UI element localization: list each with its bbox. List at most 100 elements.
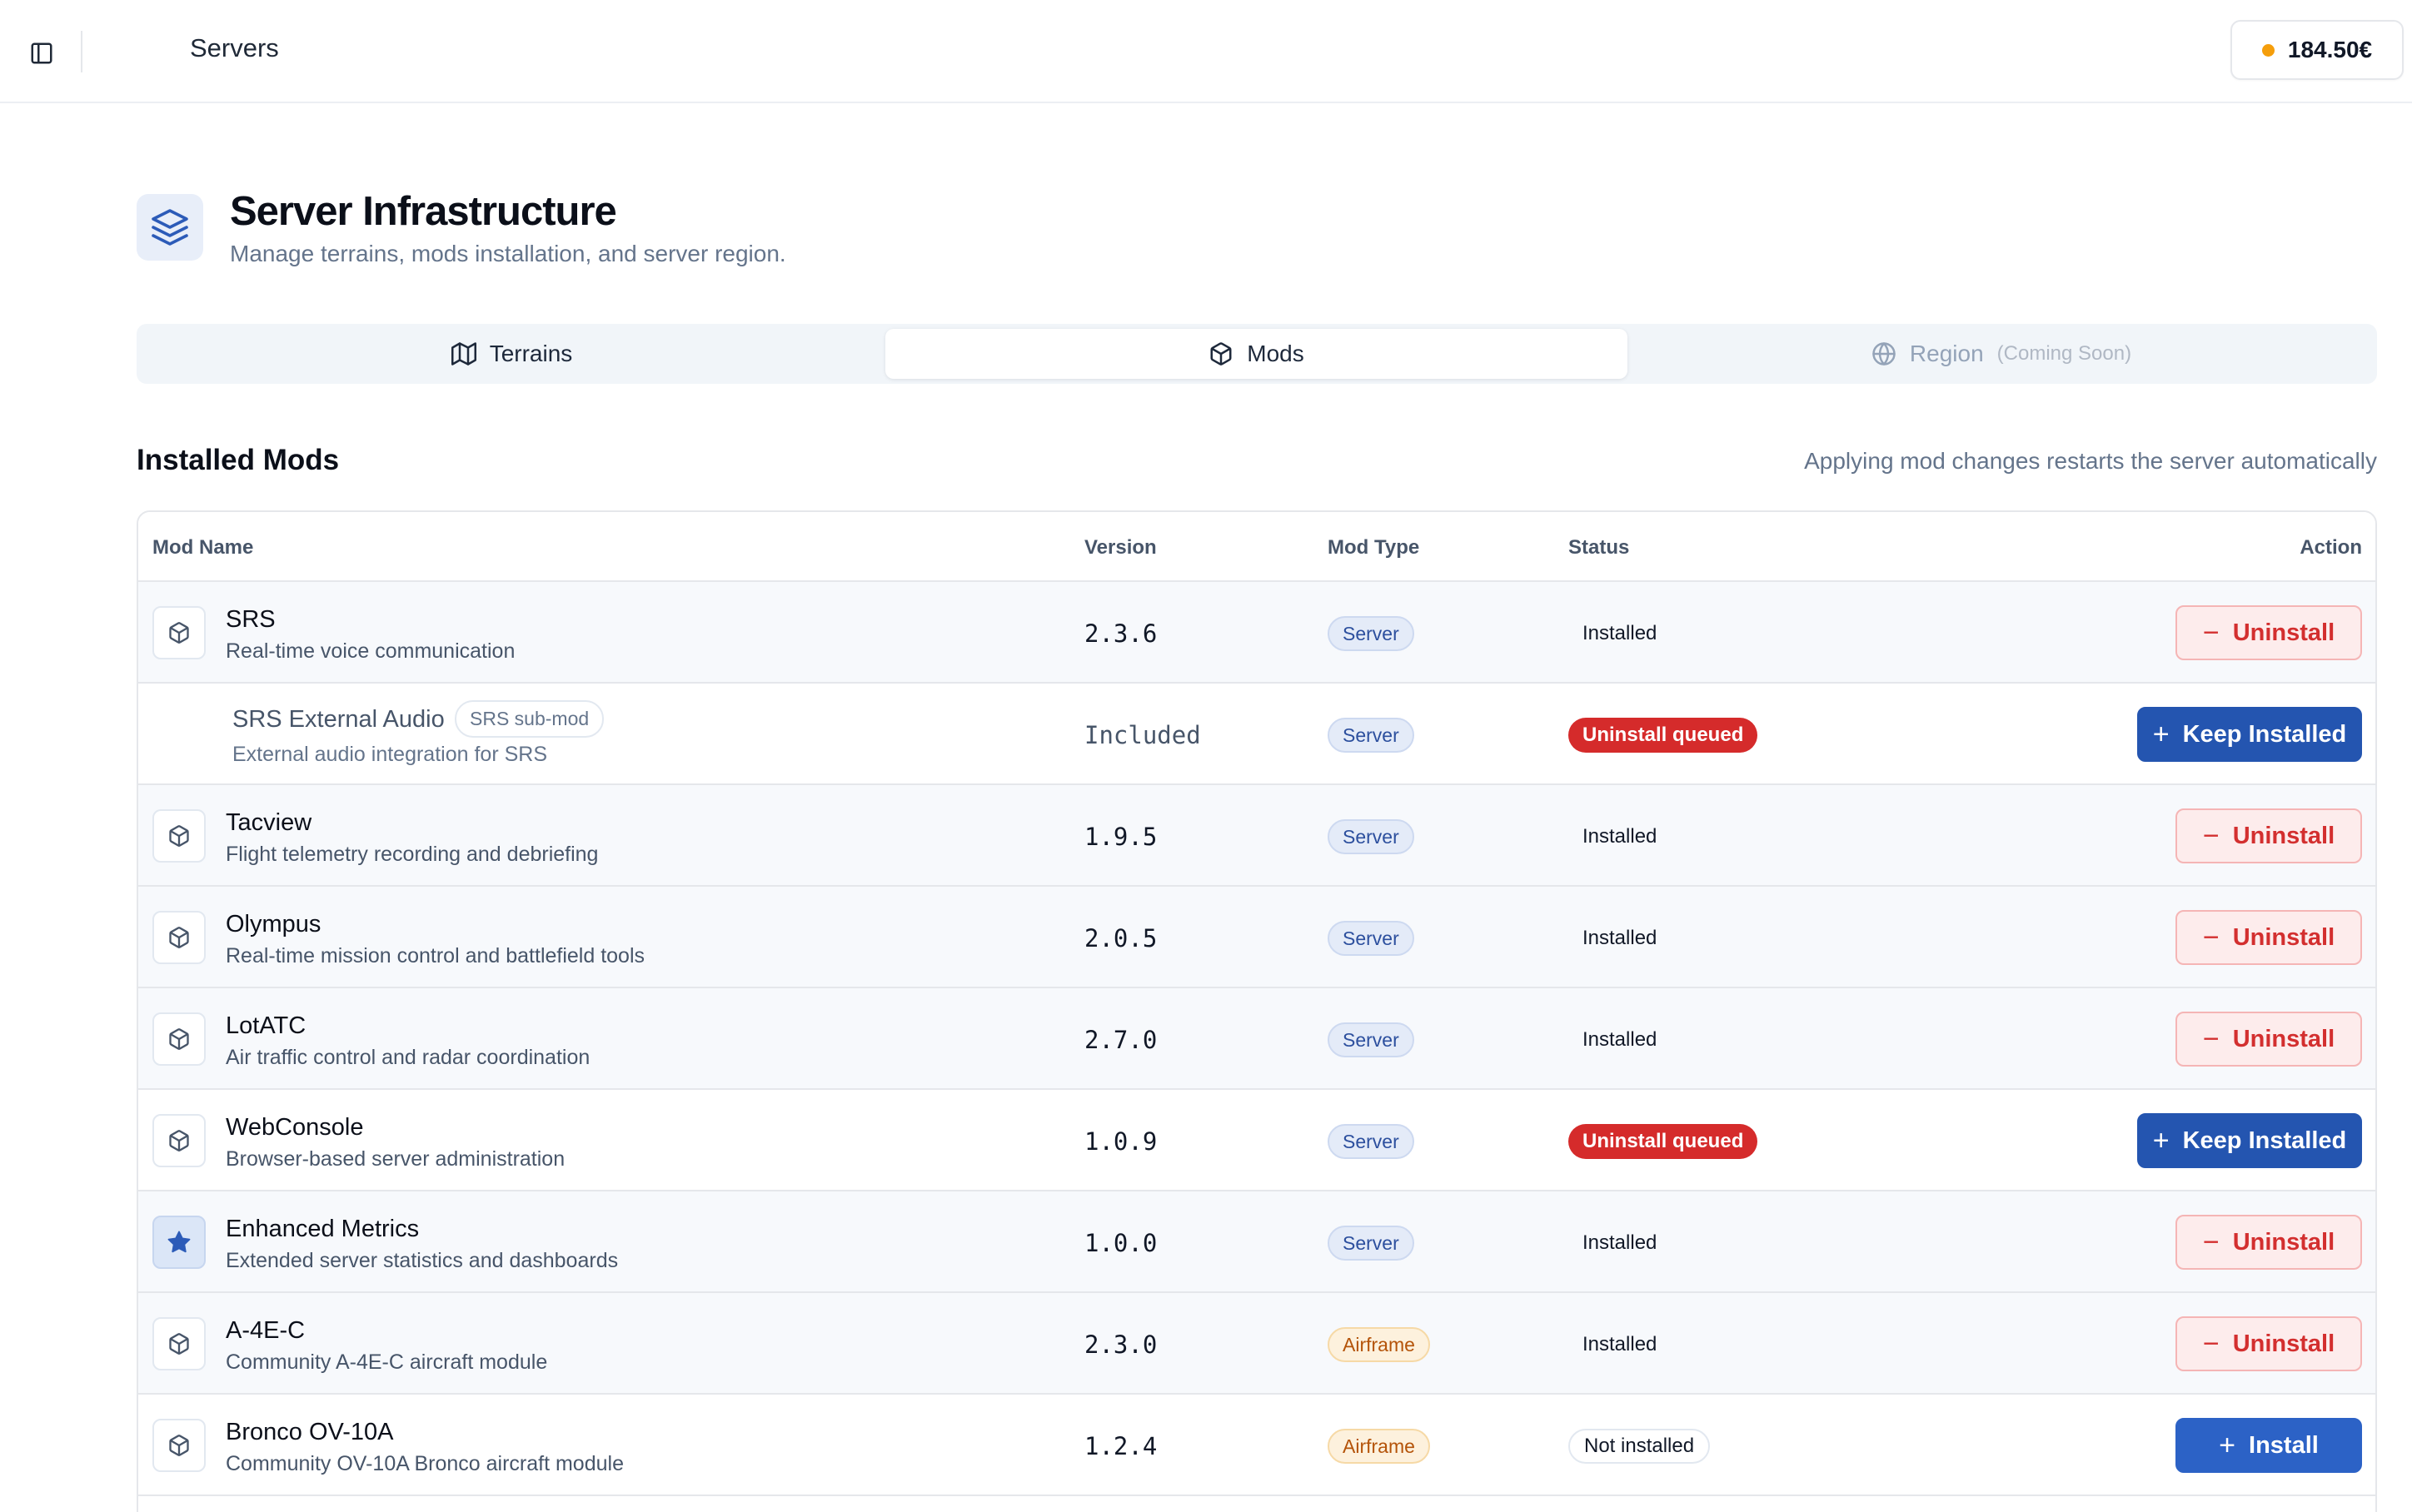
mod-description: External audio integration for SRS [232, 743, 547, 766]
uninstall-button[interactable]: − Uninstall [2175, 1215, 2362, 1270]
balance-amount: 184.50€ [2287, 37, 2373, 62]
mod-name: WebConsole [226, 1114, 364, 1141]
mod-version: 1.9.5 [1084, 823, 1158, 851]
mod-name: SRS [226, 606, 276, 633]
keep-installed-button[interactable]: + Keep Installed [2137, 707, 2362, 762]
uninstall-button[interactable]: − Uninstall [2175, 605, 2362, 660]
layers-icon [137, 194, 203, 261]
uninstall-button-label: Uninstall [2232, 619, 2335, 646]
mod-name: SRS External Audio [232, 706, 445, 733]
uninstall-button[interactable]: − Uninstall [2175, 1316, 2362, 1371]
status-badge: Uninstall queued [1568, 1124, 1758, 1159]
status-badge: Installed [1582, 927, 1657, 949]
mod-type-badge: Server [1328, 1124, 1414, 1159]
mod-description: Extended server statistics and dashboard… [226, 1249, 619, 1272]
mod-version: Included [1084, 721, 1201, 749]
tab-mods-label: Mods [1247, 341, 1304, 366]
top-bar: Servers 184.50€ [0, 0, 2412, 103]
mod-name: LotATC [226, 1012, 306, 1039]
tab-mods[interactable]: Mods [885, 329, 1627, 379]
tab-terrains[interactable]: Terrains [142, 329, 882, 379]
mod-version: 1.0.0 [1084, 1229, 1158, 1257]
minus-icon: − [2202, 1023, 2220, 1055]
package-icon [152, 911, 206, 964]
table-row: Enhanced Metrics Extended server statist… [138, 1191, 2375, 1293]
sidebar-icon [31, 42, 52, 64]
minus-icon: − [2202, 820, 2220, 852]
tab-region-note: (Coming Soon) [1996, 342, 2132, 365]
mod-name: Tacview [226, 809, 312, 836]
install-button-label: Install [2249, 1431, 2319, 1459]
table-row: Bronco OV-10A Community OV-10A Bronco ai… [138, 1395, 2375, 1496]
mod-description: Real-time mission control and battlefiel… [226, 944, 645, 967]
status-badge: Installed [1582, 825, 1657, 848]
keep-installed-button[interactable]: + Keep Installed [2137, 1113, 2362, 1168]
plus-icon: + [2152, 719, 2170, 750]
table-row: A-4E-C Community A-4E-C aircraft module … [138, 1293, 2375, 1395]
mods-table: Mod Name Version Mod Type Status Action … [137, 510, 2377, 1512]
map-icon [451, 342, 476, 366]
balance-chip[interactable]: 184.50€ [2230, 20, 2404, 80]
status-badge: Installed [1582, 1028, 1657, 1051]
uninstall-button-label: Uninstall [2232, 923, 2335, 951]
mod-description: Air traffic control and radar coordinati… [226, 1046, 591, 1069]
minus-icon: − [2202, 922, 2220, 953]
mod-description: Flight telemetry recording and debriefin… [226, 843, 599, 866]
table-row: Tacview Flight telemetry recording and d… [138, 785, 2375, 887]
section-title: Installed Mods [137, 444, 340, 476]
restart-notice: Applying mod changes restarts the server… [1804, 448, 2377, 474]
mod-name: Olympus [226, 911, 321, 938]
column-header-version: Version [1084, 536, 1157, 559]
mod-description: Real-time voice communication [226, 639, 516, 663]
status-badge: Installed [1582, 1231, 1657, 1254]
infrastructure-tabs: Terrains Mods Region (Coming Soon) [137, 324, 2377, 384]
keep-installed-button-label: Keep Installed [2182, 720, 2347, 748]
servers-page: Servers 184.50€ Server Infrastructure Ma… [0, 0, 2412, 1512]
mod-version: 1.0.9 [1084, 1127, 1158, 1156]
table-row: Olympus Real-time mission control and ba… [138, 887, 2375, 988]
status-badge: Installed [1582, 1333, 1657, 1355]
table-row: WebConsole Browser-based server administ… [138, 1090, 2375, 1191]
column-header-type: Mod Type [1328, 536, 1420, 559]
minus-icon: − [2202, 1328, 2220, 1360]
star-icon [152, 1216, 206, 1269]
plus-icon: + [2152, 1125, 2170, 1156]
uninstall-button-label: Uninstall [2232, 822, 2335, 849]
sidebar-toggle-button[interactable] [22, 33, 62, 73]
package-icon [152, 1419, 206, 1472]
column-header-name: Mod Name [152, 536, 254, 559]
package-icon [152, 606, 206, 659]
uninstall-button[interactable]: − Uninstall [2175, 910, 2362, 965]
table-row: LotATC Air traffic control and radar coo… [138, 988, 2375, 1090]
table-header: Mod Name Version Mod Type Status Action [138, 512, 2375, 582]
install-button[interactable]: + Install [2175, 1418, 2362, 1473]
page-subtitle: Manage terrains, mods installation, and … [230, 241, 786, 266]
topbar-divider [81, 31, 82, 72]
tab-region-label: Region [1909, 341, 1984, 366]
status-badge: Not installed [1568, 1429, 1711, 1464]
mod-version: 2.3.0 [1084, 1330, 1158, 1359]
mod-description: Community A-4E-C aircraft module [226, 1350, 548, 1374]
mod-type-badge: Server [1328, 1226, 1414, 1261]
minus-icon: − [2202, 617, 2220, 649]
mod-type-badge: Server [1328, 1022, 1414, 1057]
page-breadcrumb-title: Servers [190, 33, 279, 62]
package-icon [152, 809, 206, 863]
column-header-status: Status [1568, 536, 1630, 559]
uninstall-button[interactable]: − Uninstall [2175, 1012, 2362, 1067]
minus-icon: − [2202, 1226, 2220, 1258]
tab-terrains-label: Terrains [489, 341, 573, 366]
package-icon [1210, 342, 1232, 366]
package-icon [152, 1012, 206, 1066]
submod-tag: SRS sub-mod [455, 700, 605, 738]
balance-dot-icon [2261, 43, 2275, 57]
globe-icon [1872, 342, 1896, 366]
status-badge: Uninstall queued [1568, 718, 1758, 753]
package-icon [152, 1114, 206, 1167]
mod-name: Enhanced Metrics [226, 1216, 420, 1242]
mod-type-badge: Airframe [1328, 1429, 1430, 1464]
uninstall-button[interactable]: − Uninstall [2175, 808, 2362, 863]
status-badge: Installed [1582, 622, 1657, 644]
mod-type-badge: Server [1328, 921, 1414, 956]
package-icon [152, 1317, 206, 1370]
